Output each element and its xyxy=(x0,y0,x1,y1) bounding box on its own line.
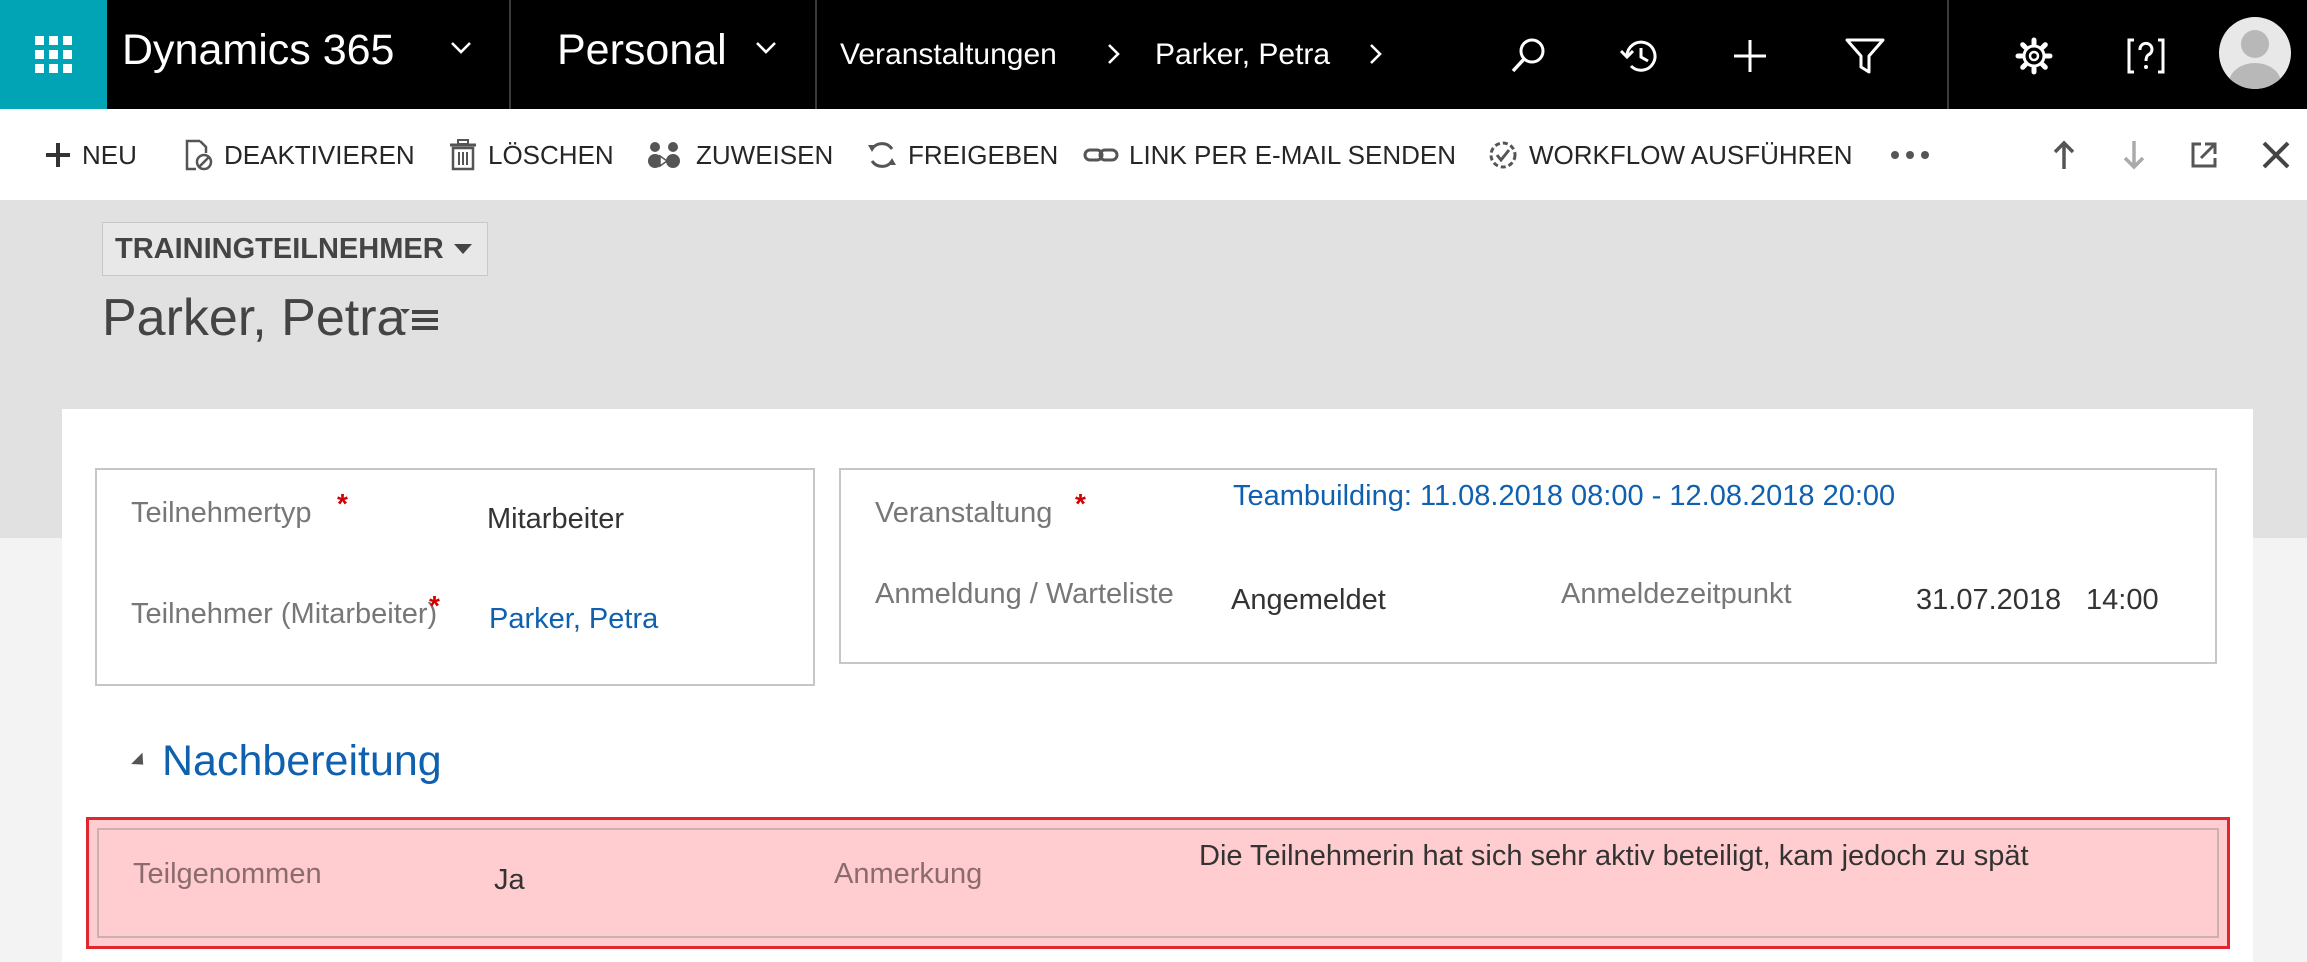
share-icon xyxy=(868,142,896,168)
deactivate-button[interactable]: DEAKTIVIEREN xyxy=(184,137,415,173)
chevron-right-icon xyxy=(1108,44,1120,64)
assign-button-label: ZUWEISEN xyxy=(696,139,834,170)
trash-icon xyxy=(450,139,476,171)
next-record-button[interactable] xyxy=(2114,135,2154,175)
participant-lookup-link[interactable]: Parker, Petra xyxy=(489,603,658,636)
close-icon xyxy=(2262,141,2290,169)
remark-field[interactable]: Die Teilnehmerin hat sich sehr aktiv bet… xyxy=(1199,840,2029,873)
form-menu-icon[interactable] xyxy=(400,304,440,334)
deactivate-button-label: DEAKTIVIEREN xyxy=(224,139,415,170)
required-indicator: * xyxy=(337,488,348,519)
link-icon xyxy=(1083,148,1119,162)
pop-out-button[interactable] xyxy=(2184,135,2224,175)
chevron-down-icon[interactable] xyxy=(449,40,473,56)
delete-button[interactable]: LÖSCHEN xyxy=(448,137,614,173)
command-bar: NEU DEAKTIVIEREN LÖSCHEN ZUWEISEN FREIGE… xyxy=(0,109,2307,200)
user-avatar[interactable] xyxy=(2219,17,2291,89)
record-form: Teilnehmertyp * Mitarbeiter Teilnehmer (… xyxy=(62,409,2253,962)
required-indicator: * xyxy=(1075,488,1086,519)
arrow-up-icon xyxy=(2053,140,2075,169)
divider xyxy=(1947,0,1949,109)
registration-date-field[interactable]: 31.07.2018 xyxy=(1916,584,2061,617)
area-selector[interactable]: Personal xyxy=(557,26,727,75)
section-title: Nachbereitung xyxy=(162,737,442,785)
required-indicator: * xyxy=(429,590,440,621)
gear-icon xyxy=(2015,37,2053,75)
more-icon xyxy=(1891,151,1929,159)
share-button[interactable]: FREIGEBEN xyxy=(866,137,1058,173)
caret-down-icon xyxy=(453,244,472,254)
collapse-triangle-icon xyxy=(131,752,149,771)
event-lookup-link[interactable]: Teambuilding: 11.08.2018 08:00 - 12.08.2… xyxy=(1233,480,1895,513)
arrow-down-icon xyxy=(2123,141,2145,170)
new-button[interactable]: NEU xyxy=(44,137,137,173)
chevron-right-icon[interactable] xyxy=(1368,42,1384,66)
attended-label: Teilgenommen xyxy=(133,858,322,890)
event-box: Veranstaltung * Teambuilding: 11.08.2018… xyxy=(839,468,2217,664)
page-title: Parker, Petra xyxy=(102,289,406,347)
breadcrumb-veranstaltungen[interactable]: Veranstaltungen xyxy=(840,38,1057,72)
workflow-icon xyxy=(1489,141,1517,169)
email-link-button-label: LINK PER E-MAIL SENDEN xyxy=(1129,139,1457,170)
entity-name: TRAININGTEILNEHMER xyxy=(115,232,444,265)
attended-field[interactable]: Ja xyxy=(494,864,525,897)
participant-type-label: Teilnehmertyp xyxy=(131,497,312,529)
deactivate-icon xyxy=(185,139,213,171)
quick-create-button[interactable] xyxy=(1724,30,1776,82)
follow-up-fields: Teilgenommen Ja Anmerkung Die Teilnehmer… xyxy=(97,828,2219,938)
new-button-label: NEU xyxy=(82,139,137,170)
assign-users-icon xyxy=(648,142,680,168)
email-link-button[interactable]: LINK PER E-MAIL SENDEN xyxy=(1083,137,1456,173)
help-icon xyxy=(2127,38,2165,74)
chevron-down-icon[interactable] xyxy=(754,40,778,56)
help-button[interactable] xyxy=(2120,30,2172,82)
delete-button-label: LÖSCHEN xyxy=(488,139,614,170)
registration-time-field[interactable]: 14:00 xyxy=(2086,584,2159,617)
share-button-label: FREIGEBEN xyxy=(908,139,1059,170)
plus-icon xyxy=(46,143,70,167)
participant-box: Teilnehmertyp * Mitarbeiter Teilnehmer (… xyxy=(95,468,815,686)
participant-type-field[interactable]: Mitarbeiter xyxy=(487,503,624,536)
more-commands-button[interactable] xyxy=(1890,137,1940,173)
user-icon xyxy=(2229,30,2281,89)
search-icon xyxy=(1511,38,1545,73)
close-button[interactable] xyxy=(2256,135,2296,175)
plus-icon xyxy=(1734,40,1766,72)
app-launcher-button[interactable] xyxy=(0,0,107,109)
pop-out-icon xyxy=(2191,142,2217,168)
divider xyxy=(509,0,511,109)
app-name: Dynamics 365 xyxy=(122,26,395,74)
search-button[interactable] xyxy=(1502,30,1554,82)
divider xyxy=(815,0,817,109)
waffle-icon xyxy=(35,36,72,73)
breadcrumb-record[interactable]: Parker, Petra xyxy=(1155,38,1330,72)
assign-button[interactable]: ZUWEISEN xyxy=(646,137,833,173)
follow-up-section: Teilgenommen Ja Anmerkung Die Teilnehmer… xyxy=(86,817,2230,949)
run-workflow-button[interactable]: WORKFLOW AUSFÜHREN xyxy=(1487,137,1853,173)
form-selector[interactable]: TRAININGTEILNEHMER xyxy=(102,222,488,276)
history-icon xyxy=(1619,40,1657,72)
advanced-find-button[interactable] xyxy=(1839,30,1891,82)
run-workflow-button-label: WORKFLOW AUSFÜHREN xyxy=(1529,139,1853,170)
settings-button[interactable] xyxy=(2008,30,2060,82)
filter-icon xyxy=(1845,38,1885,74)
registration-time-label: Anmeldezeitpunkt xyxy=(1561,578,1792,610)
event-label: Veranstaltung xyxy=(875,497,1053,529)
section-nachbereitung-header[interactable]: Nachbereitung xyxy=(131,737,442,786)
registration-status-field[interactable]: Angemeldet xyxy=(1231,584,1386,617)
participant-label: Teilnehmer (Mitarbeiter) xyxy=(131,598,438,630)
remark-label: Anmerkung xyxy=(834,858,983,890)
previous-record-button[interactable] xyxy=(2044,135,2084,175)
top-navigation-bar: Dynamics 365 Personal Veranstaltungen Pa… xyxy=(0,0,2307,109)
registration-label: Anmeldung / Warteliste xyxy=(875,578,1174,610)
recent-items-button[interactable] xyxy=(1614,30,1666,82)
